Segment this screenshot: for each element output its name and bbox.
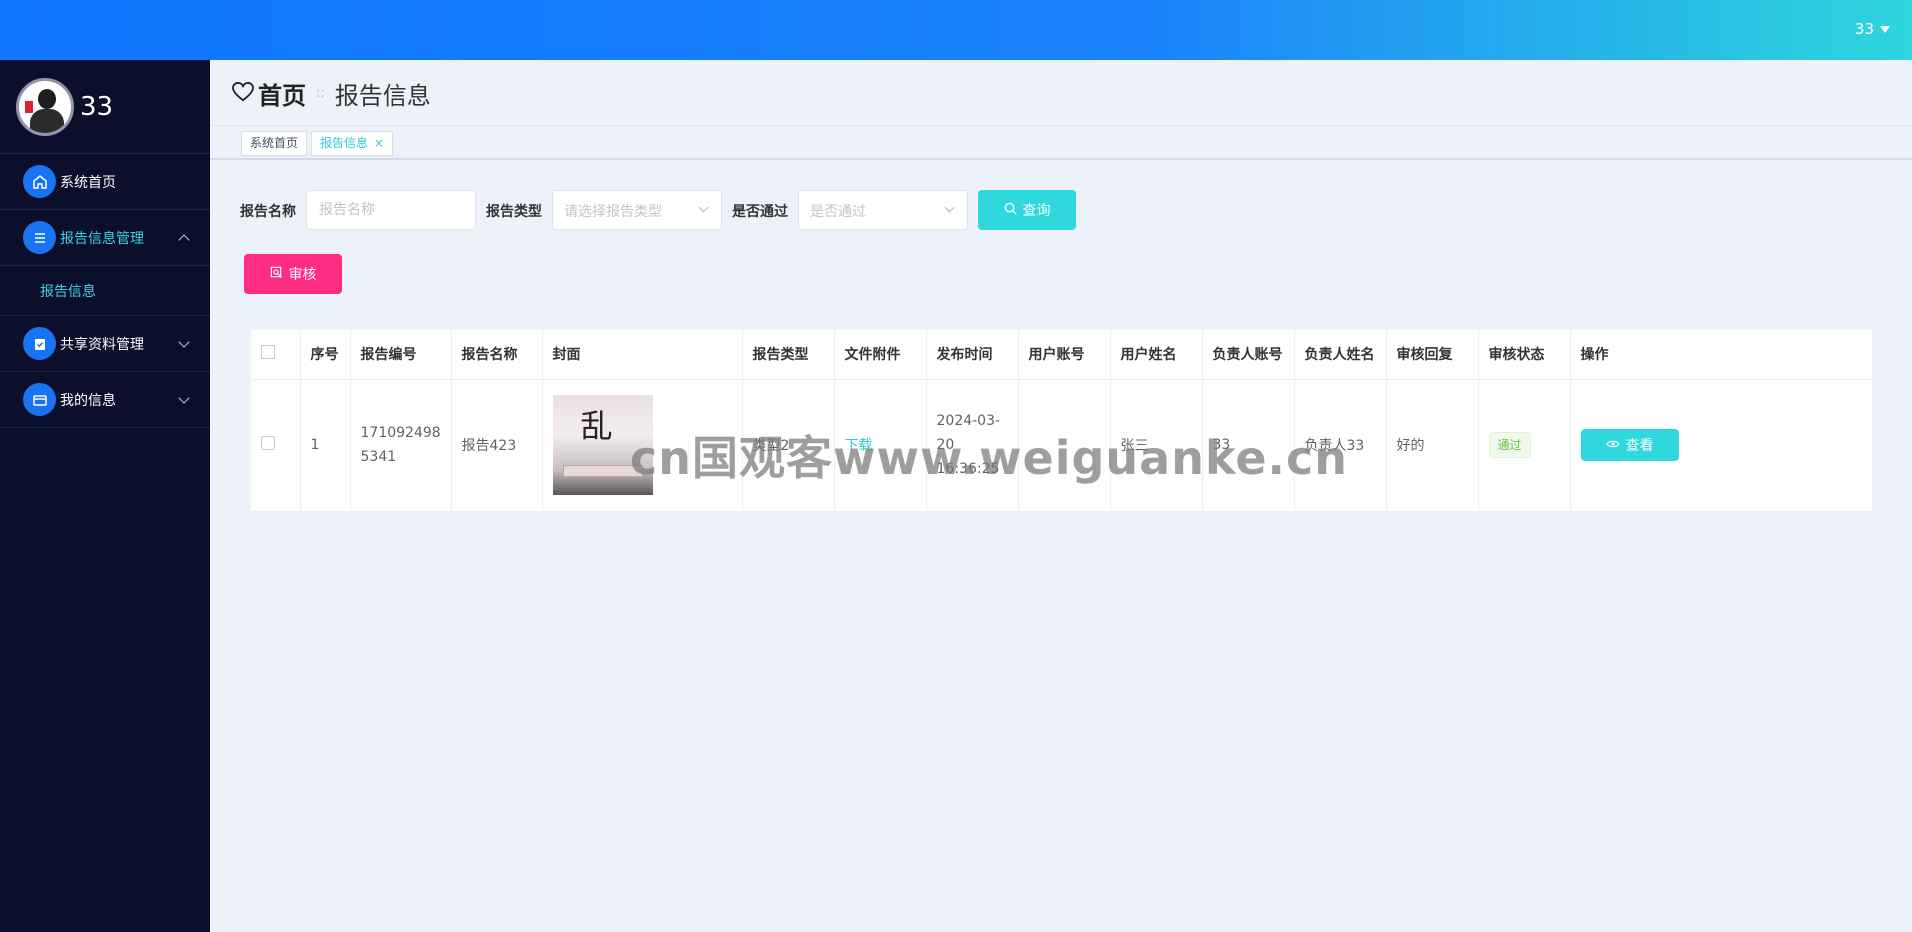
- tab-report-info[interactable]: 报告信息 ×: [311, 131, 393, 156]
- table-header: 负责人姓名: [1294, 330, 1387, 380]
- row-checkbox[interactable]: [261, 436, 275, 450]
- chevron-down-icon: [178, 392, 190, 404]
- home-icon: [23, 165, 56, 198]
- caret-down-icon: [1880, 25, 1890, 33]
- cell-user-name: 张三: [1110, 379, 1203, 512]
- table-header-select: [251, 330, 301, 380]
- report-table: 序号 报告编号 报告名称 封面 报告类型 文件附件 发布时间 用户账号 用户姓名…: [251, 330, 1873, 512]
- table-header: 发布时间: [926, 330, 1019, 380]
- report-name-input[interactable]: [306, 190, 476, 230]
- row-select-cell: [251, 379, 301, 512]
- search-icon: [1004, 202, 1017, 219]
- table-header: 审核状态: [1478, 330, 1571, 380]
- audit-button-label: 审核: [288, 267, 317, 283]
- audit-button[interactable]: 审核: [244, 254, 342, 294]
- sidebar-item-label: 系统首页: [60, 174, 116, 191]
- sidebar-item-shared-materials[interactable]: 共享资料管理: [0, 316, 210, 372]
- cell-publish-time: 2024-03-20 16:36:25: [926, 379, 1019, 512]
- chevron-up-icon: [178, 234, 190, 246]
- sidebar-item-label: 共享资料管理: [60, 336, 144, 353]
- table-header: 负责人账号: [1202, 330, 1295, 380]
- select-all-checkbox[interactable]: [261, 345, 275, 360]
- breadcrumb-separator: ::: [316, 86, 325, 101]
- table-header: 报告名称: [451, 330, 543, 380]
- cell-report-no: 1710924985341: [350, 379, 452, 512]
- pass-status-select[interactable]: [798, 190, 968, 230]
- cell-actions: 查看: [1570, 379, 1873, 512]
- table-row: 1 1710924985341 报告423 乱 类型2 下载 2024-03-2…: [251, 379, 1873, 512]
- avatar: [16, 77, 74, 136]
- query-button[interactable]: 查询: [978, 190, 1076, 230]
- cell-owner-account: 33: [1202, 379, 1295, 512]
- tab-system-home[interactable]: 系统首页: [241, 131, 308, 156]
- cover-image[interactable]: 乱: [552, 395, 653, 495]
- table-header-row: 序号 报告编号 报告名称 封面 报告类型 文件附件 发布时间 用户账号 用户姓名…: [251, 330, 1873, 380]
- cell-report-type: 类型2: [742, 379, 835, 512]
- cell-file: 下载: [834, 379, 927, 512]
- table-header: 用户账号: [1018, 330, 1111, 380]
- profile: 33: [0, 60, 210, 154]
- breadcrumb-current: 报告信息: [334, 82, 431, 110]
- table-header: 审核回复: [1386, 330, 1479, 380]
- pass-status-label: 是否通过: [732, 204, 788, 220]
- page-header: 首页 :: 报告信息: [210, 60, 1912, 126]
- close-icon[interactable]: ×: [374, 136, 384, 150]
- profile-name: 33: [80, 91, 114, 122]
- sidebar-item-label: 我的信息: [60, 392, 116, 409]
- top-bar: 33: [0, 0, 1912, 60]
- table-header: 操作: [1570, 330, 1873, 380]
- sidebar-item-report-management[interactable]: 报告信息管理: [0, 210, 210, 266]
- tab-label: 报告信息: [320, 136, 369, 150]
- cell-cover: 乱: [542, 379, 743, 512]
- sidebar-item-my-info[interactable]: 我的信息: [0, 372, 210, 428]
- sidebar: 33 系统首页 报告信息管理 报告信息 共享资料管理 我的信息: [0, 60, 210, 932]
- table-header: 用户姓名: [1110, 330, 1203, 380]
- cell-reply: 好的: [1386, 379, 1479, 512]
- cell-index: 1: [300, 379, 351, 512]
- user-menu-label: 33: [1854, 20, 1874, 38]
- heart-icon: [232, 80, 254, 108]
- breadcrumb-home[interactable]: 首页: [258, 76, 306, 111]
- report-name-label: 报告名称: [240, 204, 296, 220]
- table-header: 序号: [300, 330, 351, 380]
- cell-user-account: [1018, 379, 1111, 512]
- download-link[interactable]: 下载: [845, 438, 873, 454]
- tab-label: 系统首页: [250, 136, 299, 150]
- tabs-bar: 系统首页 报告信息 ×: [210, 126, 1912, 160]
- eye-icon: [1605, 437, 1620, 453]
- sidebar-item-home[interactable]: 系统首页: [0, 154, 210, 210]
- sidebar-item-label: 报告信息管理: [60, 230, 144, 247]
- wallet-icon: [23, 383, 56, 416]
- cell-status: 通过: [1478, 379, 1571, 512]
- table-header: 封面: [542, 330, 743, 380]
- chevron-down-icon: [178, 336, 190, 348]
- user-menu[interactable]: 33: [1855, 20, 1890, 38]
- audit-icon: [270, 266, 283, 283]
- table-header: 文件附件: [834, 330, 927, 380]
- cell-owner-name: 负责人33: [1294, 379, 1387, 512]
- query-button-label: 查询: [1022, 203, 1051, 219]
- clipboard-icon: [23, 327, 56, 360]
- report-type-label: 报告类型: [486, 204, 542, 220]
- list-icon: [23, 221, 56, 254]
- table-header: 报告类型: [742, 330, 835, 380]
- report-type-select[interactable]: [552, 190, 722, 230]
- status-badge: 通过: [1488, 432, 1531, 458]
- view-button[interactable]: 查看: [1580, 429, 1679, 461]
- cell-report-name: 报告423: [451, 379, 543, 512]
- sidebar-subitem-report-info[interactable]: 报告信息: [0, 266, 210, 316]
- breadcrumb: 首页 :: 报告信息: [232, 76, 431, 111]
- view-button-label: 查看: [1625, 438, 1654, 454]
- table-header: 报告编号: [350, 330, 452, 380]
